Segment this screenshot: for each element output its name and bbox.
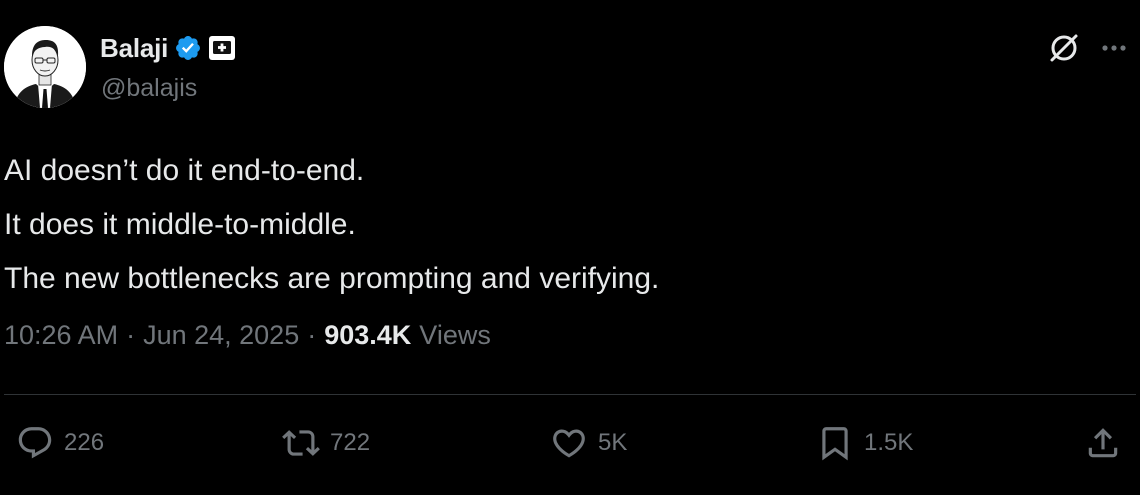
- divider: [4, 394, 1136, 395]
- bookmark-count: 1.5K: [864, 429, 914, 456]
- author-name-row: Balaji: [100, 30, 236, 66]
- repost-button[interactable]: 722: [282, 418, 370, 468]
- share-button[interactable]: [1084, 418, 1122, 468]
- reply-count: 226: [64, 429, 105, 456]
- more-icon[interactable]: [1100, 36, 1128, 60]
- avatar[interactable]: [4, 26, 86, 108]
- share-icon: [1088, 428, 1118, 458]
- bookmark-icon: [822, 427, 848, 461]
- affiliate-badge-icon[interactable]: [208, 35, 236, 61]
- reply-button[interactable]: 226: [16, 418, 104, 468]
- heart-icon: [553, 429, 585, 458]
- repost-count: 722: [330, 429, 371, 456]
- tweet-meta: 10:26 AM · Jun 24, 2025 · 903.4K Views: [4, 320, 491, 351]
- tweet-text-line: The new bottlenecks are prompting and ve…: [4, 262, 660, 295]
- like-count: 5K: [598, 429, 628, 456]
- tweet-text-line: AI doesn’t do it end-to-end.: [4, 154, 365, 187]
- verified-badge-icon[interactable]: [174, 34, 202, 62]
- meta-separator: ·: [307, 320, 317, 350]
- grok-icon[interactable]: [1046, 30, 1082, 66]
- action-bar: 226 722 5K 1.5K: [0, 418, 1140, 468]
- repost-icon: [282, 430, 320, 456]
- reply-icon: [18, 427, 52, 459]
- meta-separator: ·: [126, 320, 136, 350]
- tweet-date[interactable]: Jun 24, 2025: [143, 320, 299, 351]
- tweet-text-line: It does it middle-to-middle.: [4, 208, 356, 241]
- like-button[interactable]: 5K: [550, 418, 627, 468]
- tweet-time[interactable]: 10:26 AM: [4, 320, 118, 351]
- bookmark-button[interactable]: 1.5K: [816, 418, 913, 468]
- views-count[interactable]: 903.4K: [324, 320, 411, 351]
- views-label: Views: [419, 320, 491, 350]
- author-display-name[interactable]: Balaji: [100, 33, 168, 64]
- tweet-text: AI doesn’t do it end-to-end. It does it …: [4, 144, 659, 306]
- author-handle[interactable]: @balajis: [101, 74, 197, 103]
- tweet: Balaji @balajis AI doesn’t do it end-to-…: [0, 0, 1140, 495]
